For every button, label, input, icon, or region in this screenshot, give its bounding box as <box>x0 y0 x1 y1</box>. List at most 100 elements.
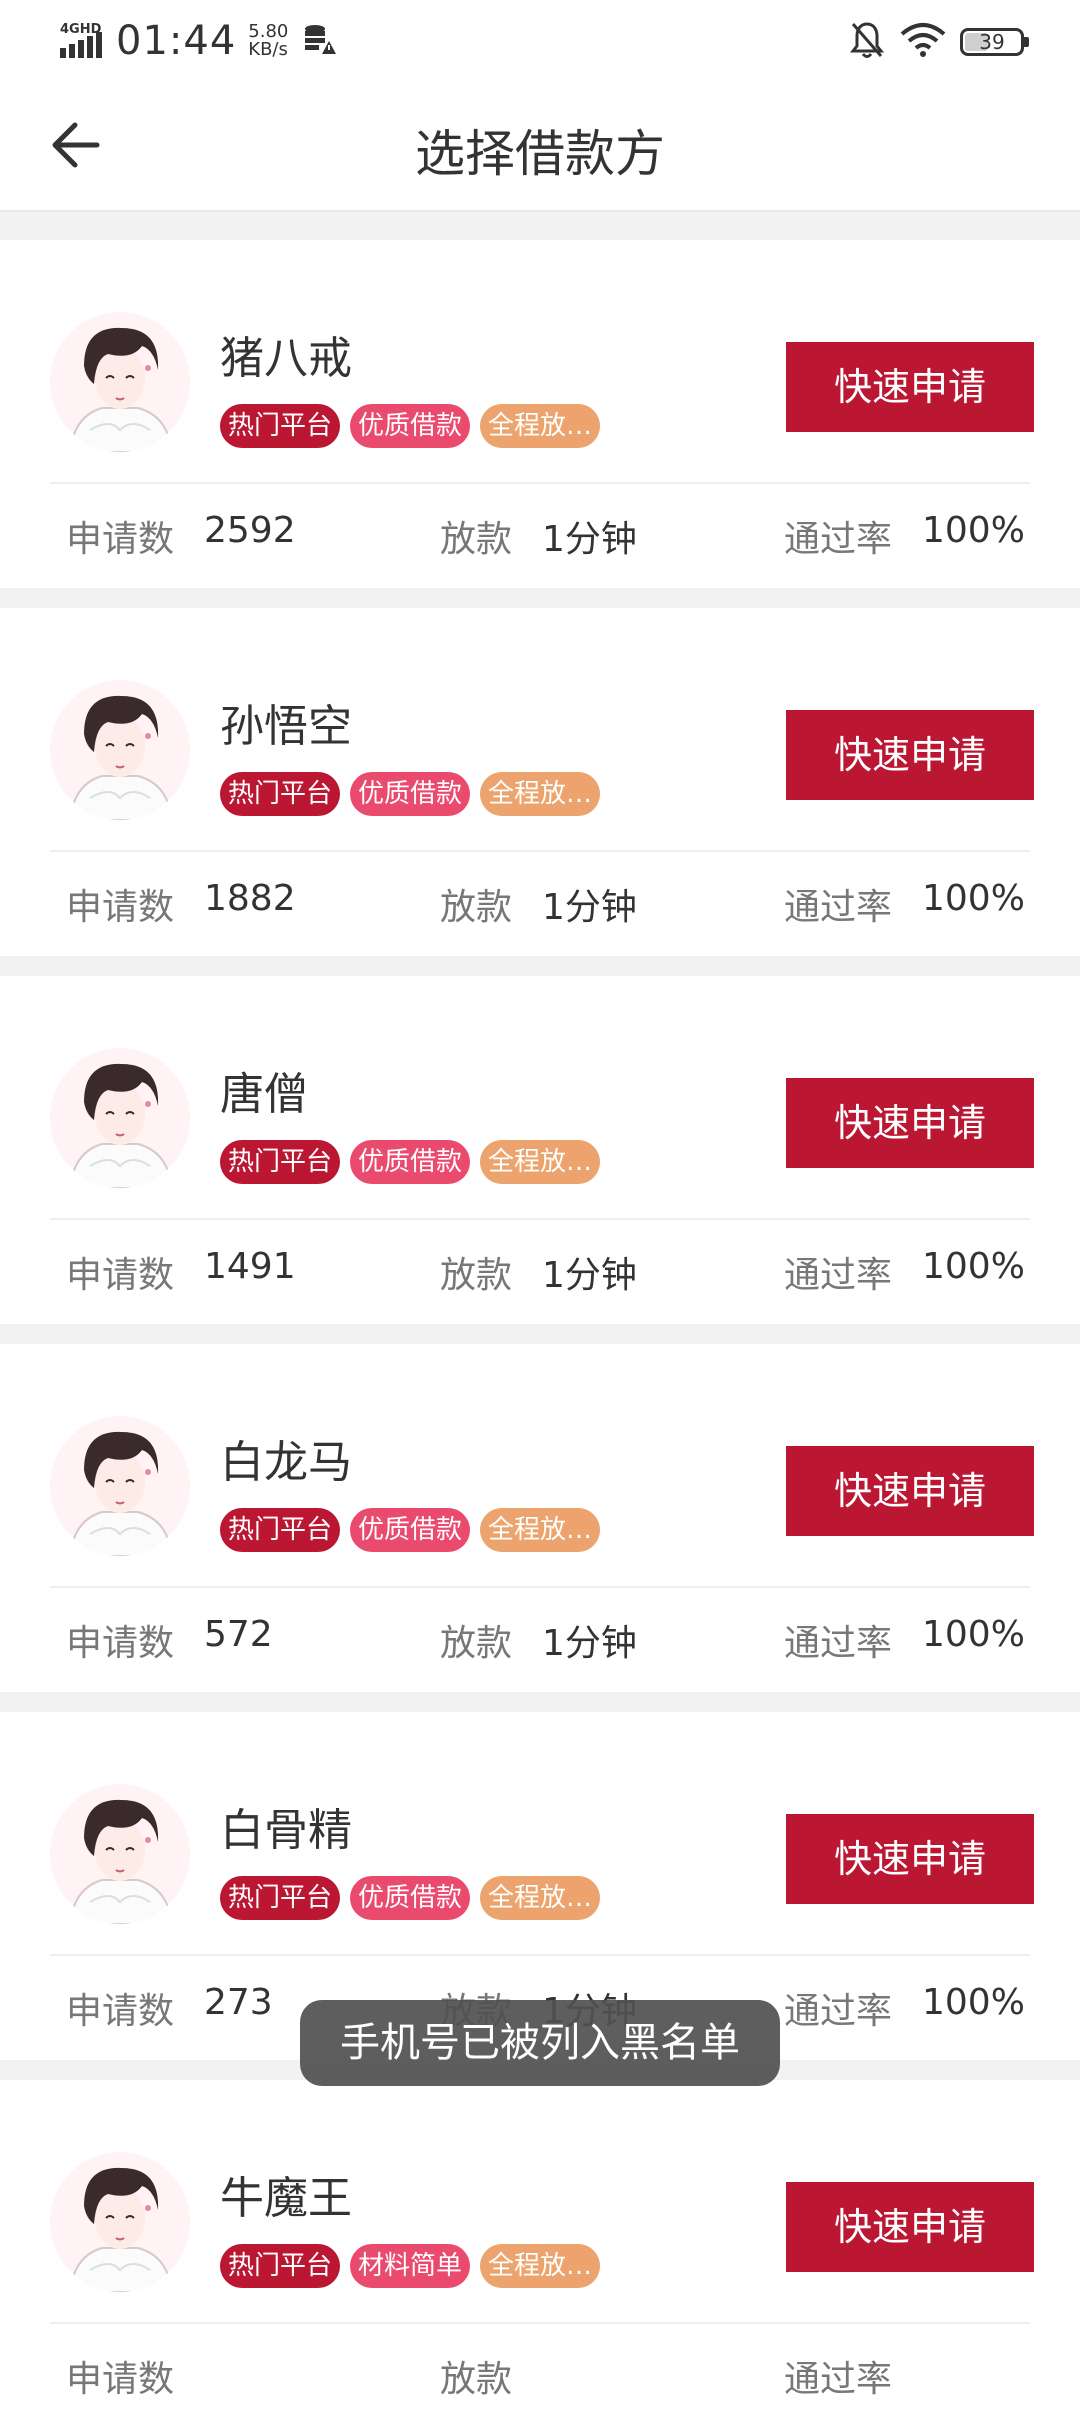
divider <box>50 850 1030 852</box>
pass-rate-label: 通过率 <box>784 519 893 560</box>
header: 选择借款方 <box>0 84 1080 212</box>
pass-rate-value: 100% <box>922 1982 1025 2023</box>
loan-time-value: 1分钟 <box>542 519 637 560</box>
quick-apply-button[interactable]: 快速申请 <box>786 1078 1034 1168</box>
avatar <box>50 312 190 452</box>
battery-icon: 39 <box>960 28 1029 56</box>
mute-icon <box>849 20 885 64</box>
quick-apply-button[interactable]: 快速申请 <box>786 1446 1034 1536</box>
lender-card: 唐僧 热门平台 优质借款 全程放… 快速申请 申请数 1491 放款 1分钟 通… <box>0 976 1080 1324</box>
tag-badge: 热门平台 <box>220 1508 340 1552</box>
pass-rate-value: 100% <box>922 1246 1025 1287</box>
loan-label: 放款 <box>440 2359 513 2400</box>
pass-rate-value: 100% <box>922 1614 1025 1655</box>
tag-badge: 全程放… <box>480 404 600 448</box>
loan-label: 放款 <box>440 887 513 928</box>
lender-stats: 申请数 1882 放款 1分钟 通过率 100% <box>0 878 1080 938</box>
divider <box>50 1954 1030 1956</box>
tag-badge: 优质借款 <box>350 1508 470 1552</box>
lender-name: 牛魔王 <box>220 2173 352 2224</box>
status-left: 4GHD 01:44 5.80 KB/s <box>58 18 337 64</box>
pass-rate-label: 通过率 <box>784 887 893 928</box>
apply-count-value: 572 <box>204 1614 273 1655</box>
apply-count-value: 273 <box>204 1982 273 2023</box>
lender-stats: 申请数 1491 放款 1分钟 通过率 100% <box>0 1246 1080 1306</box>
signal-icon: 4GHD <box>58 20 104 62</box>
lender-stats: 申请数 572 放款 1分钟 通过率 100% <box>0 1614 1080 1674</box>
lender-name: 孙悟空 <box>220 701 352 752</box>
tag-badge: 全程放… <box>480 772 600 816</box>
loan-time-value: 1分钟 <box>542 1255 637 1296</box>
pass-rate-label: 通过率 <box>784 1623 893 1664</box>
tag-group: 热门平台 优质借款 全程放… <box>220 1140 610 1184</box>
avatar <box>50 2152 190 2292</box>
tag-group: 热门平台 材料简单 全程放… <box>220 2244 610 2288</box>
tag-badge: 优质借款 <box>350 1140 470 1184</box>
divider <box>50 2322 1030 2324</box>
divider <box>50 1218 1030 1220</box>
lender-name: 唐僧 <box>220 1069 308 1120</box>
apply-count-label: 申请数 <box>66 1255 175 1296</box>
lender-name: 猪八戒 <box>220 333 352 384</box>
tag-badge: 热门平台 <box>220 772 340 816</box>
tag-badge: 全程放… <box>480 1140 600 1184</box>
lender-name: 白骨精 <box>220 1805 352 1856</box>
apply-count-label: 申请数 <box>66 2359 175 2400</box>
lender-name: 白龙马 <box>220 1437 352 1488</box>
tag-group: 热门平台 优质借款 全程放… <box>220 1876 610 1920</box>
wifi-icon <box>900 22 946 62</box>
quick-apply-button[interactable]: 快速申请 <box>786 342 1034 432</box>
loan-label: 放款 <box>440 519 513 560</box>
loan-label: 放款 <box>440 1255 513 1296</box>
quick-apply-button[interactable]: 快速申请 <box>786 710 1034 800</box>
tag-group: 热门平台 优质借款 全程放… <box>220 772 610 816</box>
avatar <box>50 1048 190 1188</box>
tag-group: 热门平台 优质借款 全程放… <box>220 404 610 448</box>
avatar <box>50 680 190 820</box>
lender-card: 牛魔王 热门平台 材料简单 全程放… 快速申请 申请数 放款 通过率 <box>0 2080 1080 2428</box>
status-right: 39 <box>849 20 1029 64</box>
lender-card: 孙悟空 热门平台 优质借款 全程放… 快速申请 申请数 1882 放款 1分钟 … <box>0 608 1080 956</box>
tag-badge: 优质借款 <box>350 404 470 448</box>
status-bar: 4GHD 01:44 5.80 KB/s 39 <box>0 0 1080 84</box>
loan-label: 放款 <box>440 1623 513 1664</box>
speed-unit: KB/s <box>248 39 288 60</box>
clock: 01:44 <box>116 18 237 64</box>
network-speed: 5.80 KB/s <box>248 23 288 59</box>
divider <box>50 482 1030 484</box>
avatar <box>50 1784 190 1924</box>
loan-time-value: 1分钟 <box>542 1623 637 1664</box>
page-title: 选择借款方 <box>415 125 665 183</box>
apply-count-label: 申请数 <box>66 887 175 928</box>
tag-badge: 全程放… <box>480 1508 600 1552</box>
apply-count-label: 申请数 <box>66 519 175 560</box>
tag-group: 热门平台 优质借款 全程放… <box>220 1508 610 1552</box>
lender-stats: 申请数 2592 放款 1分钟 通过率 100% <box>0 510 1080 570</box>
avatar <box>50 1416 190 1556</box>
quick-apply-button[interactable]: 快速申请 <box>786 1814 1034 1904</box>
tag-badge: 热门平台 <box>220 2244 340 2288</box>
apply-count-value: 1882 <box>204 878 296 919</box>
data-saver-icon <box>302 22 337 60</box>
battery-level: 39 <box>979 30 1005 54</box>
lender-card: 猪八戒 热门平台 优质借款 全程放… 快速申请 申请数 2592 放款 1分钟 … <box>0 240 1080 588</box>
pass-rate-value: 100% <box>922 878 1025 919</box>
tag-badge: 热门平台 <box>220 1140 340 1184</box>
loan-time-value: 1分钟 <box>542 887 637 928</box>
tag-badge: 优质借款 <box>350 1876 470 1920</box>
apply-count-label: 申请数 <box>66 1991 175 2032</box>
tag-badge: 材料简单 <box>350 2244 470 2288</box>
pass-rate-label: 通过率 <box>784 2359 893 2400</box>
tag-badge: 全程放… <box>480 1876 600 1920</box>
lender-stats: 申请数 放款 通过率 <box>0 2350 1080 2410</box>
tag-badge: 热门平台 <box>220 1876 340 1920</box>
pass-rate-label: 通过率 <box>784 1255 893 1296</box>
pass-rate-value: 100% <box>922 510 1025 551</box>
toast-message: 手机号已被列入黑名单 <box>300 2000 780 2086</box>
apply-count-value: 2592 <box>204 510 296 551</box>
pass-rate-label: 通过率 <box>784 1991 893 2032</box>
tag-badge: 热门平台 <box>220 404 340 448</box>
quick-apply-button[interactable]: 快速申请 <box>786 2182 1034 2272</box>
apply-count-label: 申请数 <box>66 1623 175 1664</box>
tag-badge: 优质借款 <box>350 772 470 816</box>
